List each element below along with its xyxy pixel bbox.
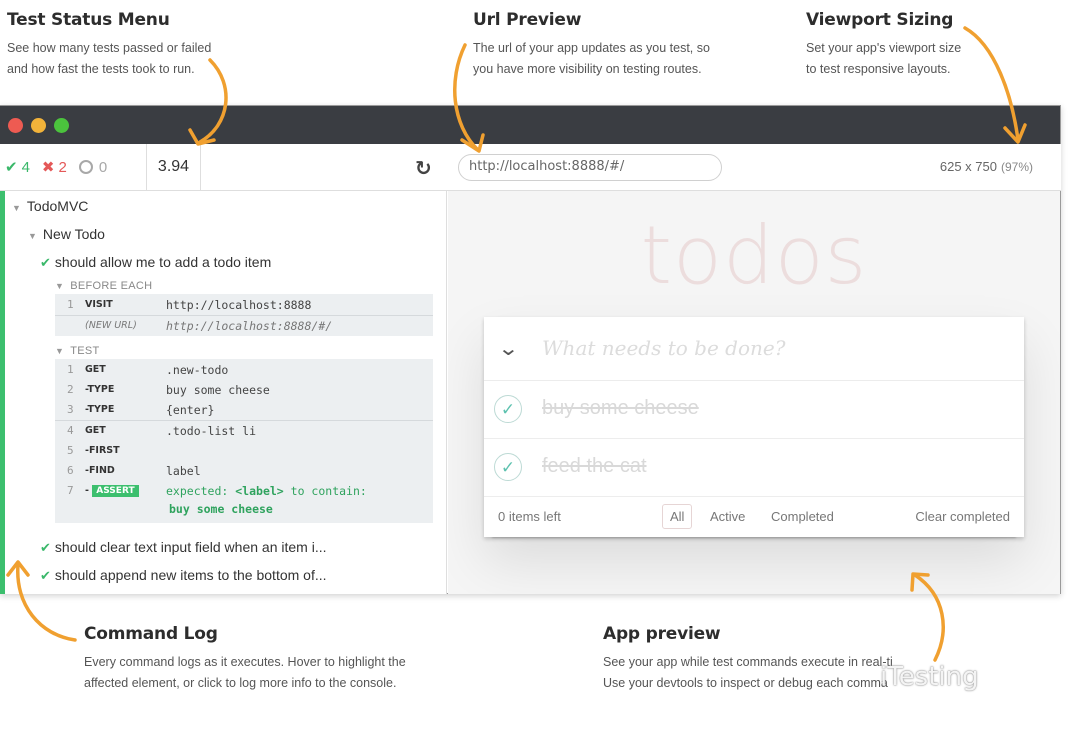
arrow-viewport (963, 26, 1020, 142)
arrow-command-log (16, 563, 77, 642)
arrow-icon (6, 26, 1027, 662)
arrow-app-preview (913, 573, 945, 662)
watermark: iTesting (880, 662, 979, 692)
arrow-status-menu (198, 58, 228, 144)
arrow-url-preview (453, 43, 480, 152)
